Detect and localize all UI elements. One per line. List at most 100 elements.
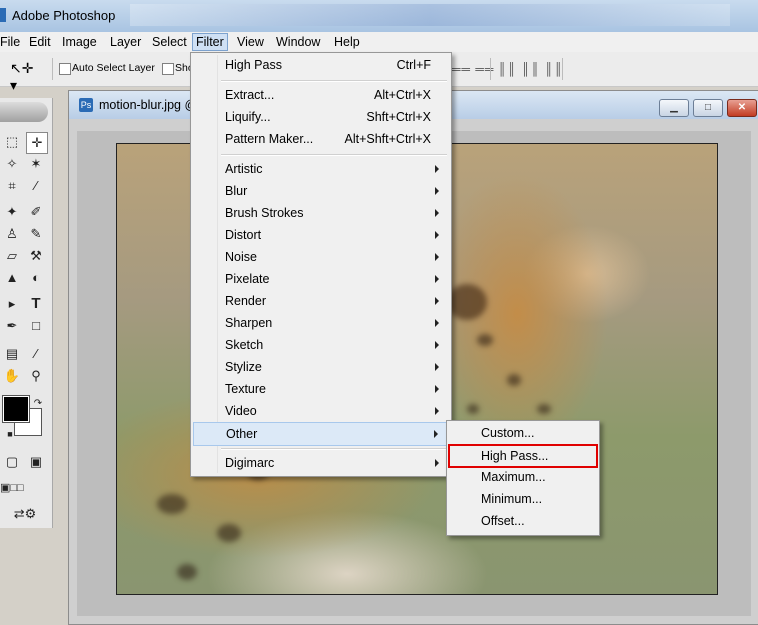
document-icon: Ps — [79, 98, 93, 112]
menu-item-last-filter[interactable]: High Pass Ctrl+F — [193, 54, 449, 76]
menu-filter[interactable]: Filter — [192, 33, 228, 51]
eraser-tool-icon[interactable]: ▱ — [2, 246, 22, 266]
show-bounding-checkbox[interactable] — [162, 63, 174, 75]
menu-item-liquify[interactable]: Liquify... Shft+Ctrl+X — [193, 106, 449, 128]
menu-layer[interactable]: Layer — [107, 34, 144, 50]
default-colors-icon[interactable]: ■ — [0, 424, 20, 444]
menu-item-label: Video — [225, 404, 257, 418]
menu-item-render[interactable]: Render — [193, 290, 449, 312]
magic-wand-icon[interactable]: ✶ — [26, 154, 46, 174]
menu-edit[interactable]: Edit — [26, 34, 54, 50]
type-tool-icon[interactable]: T — [26, 294, 46, 314]
submenu-arrow-icon — [435, 253, 439, 261]
auto-select-label: Auto Select Layer — [72, 62, 155, 74]
menu-item-extract[interactable]: Extract... Alt+Ctrl+X — [193, 84, 449, 106]
menu-item-artistic[interactable]: Artistic — [193, 158, 449, 180]
submenu-item-high-pass[interactable]: High Pass... — [448, 444, 598, 468]
document-title: motion-blur.jpg @ — [99, 98, 198, 112]
marquee-tool-icon[interactable]: ⬚ — [2, 132, 22, 152]
submenu-item-custom[interactable]: Custom... — [449, 422, 597, 444]
jump-to-imageready-icon[interactable]: ⇄⚙ — [4, 504, 46, 524]
toolbox: ⬚ ✛ ✧ ✶ ⌗ ∕ ✦ ✐ ♙ ✎ ▱ ⚒ ▲ ◐ ▸ T ✒ □ ▤ ∕ … — [0, 98, 53, 528]
notes-tool-icon[interactable]: ▤ — [2, 344, 22, 364]
menu-separator — [221, 154, 447, 156]
crop-tool-icon[interactable]: ⌗ — [2, 176, 22, 196]
menu-item-label: High Pass... — [481, 449, 549, 463]
maximize-button[interactable]: □ — [693, 99, 723, 117]
eyedropper-icon[interactable]: ∕ — [26, 344, 46, 364]
clone-stamp-icon[interactable]: ♙ — [2, 224, 22, 244]
submenu-arrow-icon — [435, 363, 439, 371]
submenu-arrow-icon — [435, 459, 439, 467]
menu-item-label: Noise — [225, 250, 257, 264]
swap-colors-icon[interactable]: ↷ — [28, 394, 48, 414]
photo-spot — [477, 334, 493, 346]
submenu-item-minimum[interactable]: Minimum... — [449, 488, 597, 510]
menu-item-other[interactable]: Other — [193, 422, 449, 446]
menu-item-label: Maximum... — [481, 470, 546, 484]
options-separator — [562, 58, 563, 80]
menu-item-sharpen[interactable]: Sharpen — [193, 312, 449, 334]
close-button[interactable]: ✕ — [727, 99, 757, 117]
submenu-arrow-icon — [435, 187, 439, 195]
submenu-arrow-icon — [435, 209, 439, 217]
align-icons[interactable]: ══ ══ — [452, 62, 494, 76]
menu-item-shortcut: Ctrl+F — [396, 58, 431, 72]
menu-item-distort[interactable]: Distort — [193, 224, 449, 246]
submenu-item-offset[interactable]: Offset... — [449, 510, 597, 532]
menu-file[interactable]: File — [0, 34, 23, 50]
auto-select-checkbox[interactable] — [59, 63, 71, 75]
menu-item-sketch[interactable]: Sketch — [193, 334, 449, 356]
options-separator — [490, 58, 491, 80]
toolbox-logo — [0, 102, 48, 122]
menu-window[interactable]: Window — [273, 34, 323, 50]
lasso-tool-icon[interactable]: ✧ — [2, 154, 22, 174]
minimize-button[interactable]: ▁ — [659, 99, 689, 117]
shape-tool-icon[interactable]: □ — [26, 316, 46, 336]
background-taskbar — [130, 4, 730, 26]
pen-tool-icon[interactable]: ✒ — [2, 316, 22, 336]
healing-brush-icon[interactable]: ✦ — [2, 202, 22, 222]
history-brush-icon[interactable]: ✎ — [26, 224, 46, 244]
move-tool-icon[interactable]: ↖✛ ▾ — [10, 60, 38, 93]
quickmask-mode-icon[interactable]: ▣ — [26, 452, 46, 472]
screen-mode-icon[interactable]: ▣□□ — [0, 478, 24, 498]
menu-image[interactable]: Image — [59, 34, 100, 50]
dodge-tool-icon[interactable]: ◐ — [26, 268, 46, 288]
menu-item-brush-strokes[interactable]: Brush Strokes — [193, 202, 449, 224]
hand-tool-icon[interactable]: ✋ — [2, 366, 22, 386]
menu-item-pixelate[interactable]: Pixelate — [193, 268, 449, 290]
menu-item-label: Pixelate — [225, 272, 270, 286]
submenu-item-maximum[interactable]: Maximum... — [449, 466, 597, 488]
menu-view[interactable]: View — [234, 34, 267, 50]
move-tool-icon[interactable]: ✛ — [26, 132, 48, 154]
menu-select[interactable]: Select — [149, 34, 190, 50]
menu-item-label: Custom... — [481, 426, 535, 440]
menu-item-texture[interactable]: Texture — [193, 378, 449, 400]
submenu-arrow-icon — [435, 231, 439, 239]
zoom-tool-icon[interactable]: ⚲ — [26, 366, 46, 386]
path-select-icon[interactable]: ▸ — [2, 294, 22, 314]
menu-item-video[interactable]: Video — [193, 400, 449, 422]
menu-help[interactable]: Help — [331, 34, 363, 50]
submenu-arrow-icon — [435, 297, 439, 305]
standard-mode-icon[interactable]: ▢ — [2, 452, 22, 472]
paint-bucket-icon[interactable]: ⚒ — [26, 246, 46, 266]
brush-tool-icon[interactable]: ✐ — [26, 202, 46, 222]
blur-tool-icon[interactable]: ▲ — [2, 268, 22, 288]
submenu-arrow-icon — [435, 165, 439, 173]
menu-item-label: Digimarc — [225, 456, 275, 470]
menu-item-noise[interactable]: Noise — [193, 246, 449, 268]
menu-item-stylize[interactable]: Stylize — [193, 356, 449, 378]
distribute-icons[interactable]: ║║ ║║ ║║ — [498, 62, 564, 76]
menu-item-label: Other — [226, 427, 258, 441]
submenu-arrow-icon — [435, 385, 439, 393]
options-separator — [52, 58, 53, 80]
menu-item-digimarc[interactable]: Digimarc — [193, 452, 449, 474]
foreground-color-swatch[interactable] — [2, 395, 30, 423]
menu-item-pattern-maker[interactable]: Pattern Maker... Alt+Shft+Ctrl+X — [193, 128, 449, 150]
menu-item-blur[interactable]: Blur — [193, 180, 449, 202]
slice-tool-icon[interactable]: ∕ — [26, 176, 46, 196]
menu-item-label: Pattern Maker... — [225, 132, 314, 146]
submenu-arrow-icon — [435, 275, 439, 283]
